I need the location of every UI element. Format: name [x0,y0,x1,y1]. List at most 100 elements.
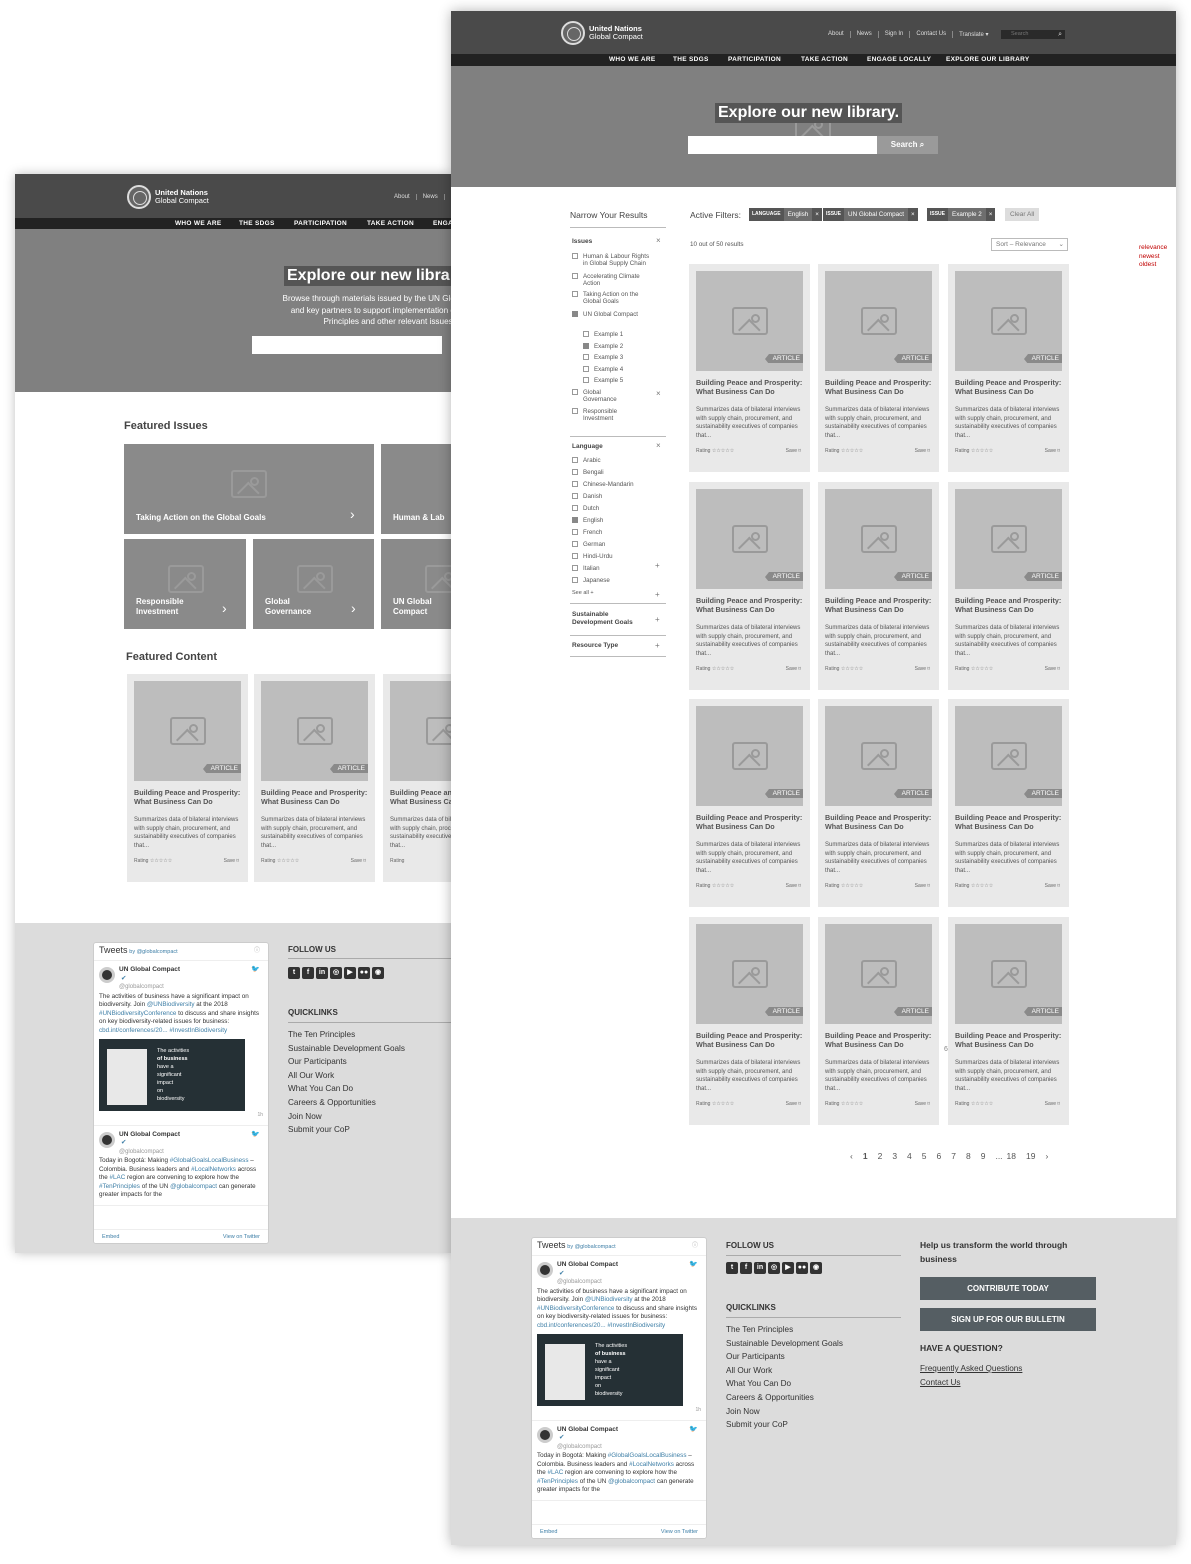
content-card[interactable]: ARTICLE Building Peace and Prosperity: Wh… [818,482,939,690]
quicklink[interactable]: What You Can Do [726,1377,843,1391]
content-card[interactable]: ARTICLE Building Peace and Prosperity: Wh… [818,699,939,907]
language-filter-label[interactable]: Language [572,443,603,450]
quicklink[interactable]: Sustainable Development Goals [288,1042,405,1056]
card-rating[interactable]: Rating ☆☆☆☆☆ [696,883,734,889]
filter-option[interactable]: French [572,529,602,536]
issue-tile[interactable]: Responsible Investment › [124,539,246,629]
topnav-contact-us[interactable]: Contact Us [909,31,952,38]
checkbox[interactable] [583,354,589,361]
quicklink[interactable]: The Ten Principles [288,1028,405,1042]
quicklink[interactable]: Our Participants [726,1350,843,1364]
tweet-author[interactable]: UN Global Compact [119,1131,263,1140]
card-rating[interactable]: Rating ☆☆☆☆☆ [696,1101,734,1107]
filter-option[interactable]: English [572,517,603,524]
instagram-icon[interactable]: ◎ [330,967,342,979]
sort-option-newest[interactable]: newest [1139,253,1167,262]
tweet-author[interactable]: UN Global Compact [557,1261,701,1270]
tweet-link[interactable]: #UNBiodiversityConference [99,1010,176,1017]
back-logo[interactable]: United Nations Global Compact [127,185,209,209]
content-card[interactable]: ARTICLE Building Peace and Prosperity: Wh… [254,674,375,882]
tweet-link[interactable]: #LocalNetworks [629,1461,674,1468]
filter-sub-option[interactable]: Example 4 [583,366,623,373]
topnav-news[interactable]: News [415,194,444,200]
avatar[interactable] [99,1131,115,1148]
checkbox[interactable] [572,541,578,548]
tweet-handle[interactable]: @globalcompact [119,1148,263,1157]
twitter-bird-icon[interactable]: 🐦 [251,1131,260,1140]
topnav-sign-in[interactable]: Sign In [877,31,910,38]
filter-option[interactable]: Global Governance [572,389,652,403]
filter-chip[interactable]: ISSUE UN Global Compact × [823,208,918,221]
tweets-by[interactable]: by @globalcompact [567,1244,615,1250]
checkbox[interactable] [572,408,578,414]
youtube-icon[interactable]: ▶ [344,967,356,979]
logo[interactable]: United Nations Global Compact [561,21,643,45]
sdg-filter-label[interactable]: Sustainable Development Goals [572,611,642,627]
card-rating[interactable]: Rating ☆☆☆☆☆ [134,858,172,864]
content-card[interactable]: ARTICLE Building Peace and Prosperity: Wh… [383,674,451,882]
issue-tile[interactable]: UN Global Compact [381,539,451,629]
quicklink[interactable]: Sustainable Development Goals [726,1337,843,1351]
tweet-link[interactable]: #TenPrinciples [537,1478,578,1485]
card-title[interactable]: Building Peace and Prosperity: What Busi… [390,788,451,806]
checkbox[interactable] [572,577,578,584]
checkbox[interactable] [583,342,589,349]
card-title[interactable]: Building Peace and Prosperity: What Busi… [134,788,244,806]
nav-the-sdgs[interactable]: THE SDGS [239,218,275,229]
twitter-bird-icon[interactable]: 🐦 [689,1261,698,1270]
tweet-link[interactable]: #InvestInBiodiversity [607,1322,665,1329]
card-rating[interactable]: Rating ☆☆☆☆☆ [825,883,863,889]
filter-option[interactable]: Danish [572,493,602,500]
quicklink[interactable]: Submit your CoP [288,1123,405,1137]
plus-icon[interactable]: + [655,615,660,624]
checkbox[interactable] [572,505,578,512]
pager-page[interactable]: 7 [951,1151,956,1161]
tweet-author[interactable]: UN Global Compact [119,966,263,975]
card-save-button[interactable]: Save ⌑ [786,448,801,454]
card-title[interactable]: Building Peace and Prosperity: What Busi… [696,1031,806,1049]
checkbox[interactable] [572,253,578,259]
checkbox[interactable] [572,529,578,536]
card-save-button[interactable]: Save ⌑ [915,883,930,889]
tweet-handle[interactable]: @globalcompact [557,1443,701,1452]
linkedin-icon[interactable]: in [316,967,328,979]
contribute-button[interactable]: CONTRIBUTE TODAY [920,1277,1096,1300]
content-card[interactable]: ARTICLE Building Peace and Prosperity: Wh… [689,699,810,907]
info-icon[interactable]: ⓘ [254,947,260,956]
tweet-link[interactable]: #UNBiodiversityConference [537,1305,614,1312]
card-title[interactable]: Building Peace and Prosperity: What Busi… [825,378,935,396]
clear-all-button[interactable]: Clear All [1005,208,1040,221]
content-card[interactable]: ARTICLE Building Peace and Prosperity: Wh… [689,482,810,690]
pager-page[interactable]: 4 [907,1151,912,1161]
close-icon[interactable]: × [656,236,661,245]
nav-engage-locally[interactable]: ENGAGE LOCALLY [867,54,931,66]
card-title[interactable]: Building Peace and Prosperity: What Busi… [825,1031,935,1049]
tweet-link[interactable]: #GlobalGoalsLocalBusiness [170,1157,249,1164]
card-title[interactable]: Building Peace and Prosperity: What Busi… [955,1031,1065,1049]
filter-option[interactable]: Responsible Investment [572,408,652,422]
card-title[interactable]: Building Peace and Prosperity: What Busi… [955,813,1065,831]
content-card[interactable]: ARTICLE Building Peace and Prosperity: Wh… [127,674,248,882]
search-icon[interactable]: ⌕ [1058,30,1062,39]
avatar[interactable] [537,1262,553,1278]
pager-page[interactable]: 19 [1026,1151,1035,1161]
tweet[interactable]: 🐦 UN Global Compact ✔ @globalcompact Today i… [94,1126,268,1206]
filter-option[interactable]: Taking Action on the Global Goals [572,291,652,305]
view-on-twitter-link[interactable]: View on Twitter [223,1230,260,1243]
tweets-by[interactable]: by @globalcompact [129,949,177,955]
tweet-link[interactable]: #GlobalGoalsLocalBusiness [608,1452,687,1459]
plus-icon[interactable]: + [655,590,660,599]
tweet-link[interactable]: #LocalNetworks [191,1166,236,1173]
card-save-button[interactable]: Save ⌑ [351,858,366,864]
filter-option[interactable]: Arabic [572,457,601,464]
quicklink[interactable]: Careers & Opportunities [726,1391,843,1405]
pager-next[interactable]: › [1045,1151,1048,1161]
checkbox[interactable] [572,481,578,488]
card-save-button[interactable]: Save ⌑ [786,1101,801,1107]
facebook-icon[interactable]: f [302,967,314,979]
card-save-button[interactable]: Save ⌑ [1045,1101,1060,1107]
checkbox[interactable] [572,311,578,317]
quicklink[interactable]: Submit your CoP [726,1418,843,1432]
quicklink[interactable]: All Our Work [288,1069,405,1083]
card-save-button[interactable]: Save ⌑ [786,883,801,889]
